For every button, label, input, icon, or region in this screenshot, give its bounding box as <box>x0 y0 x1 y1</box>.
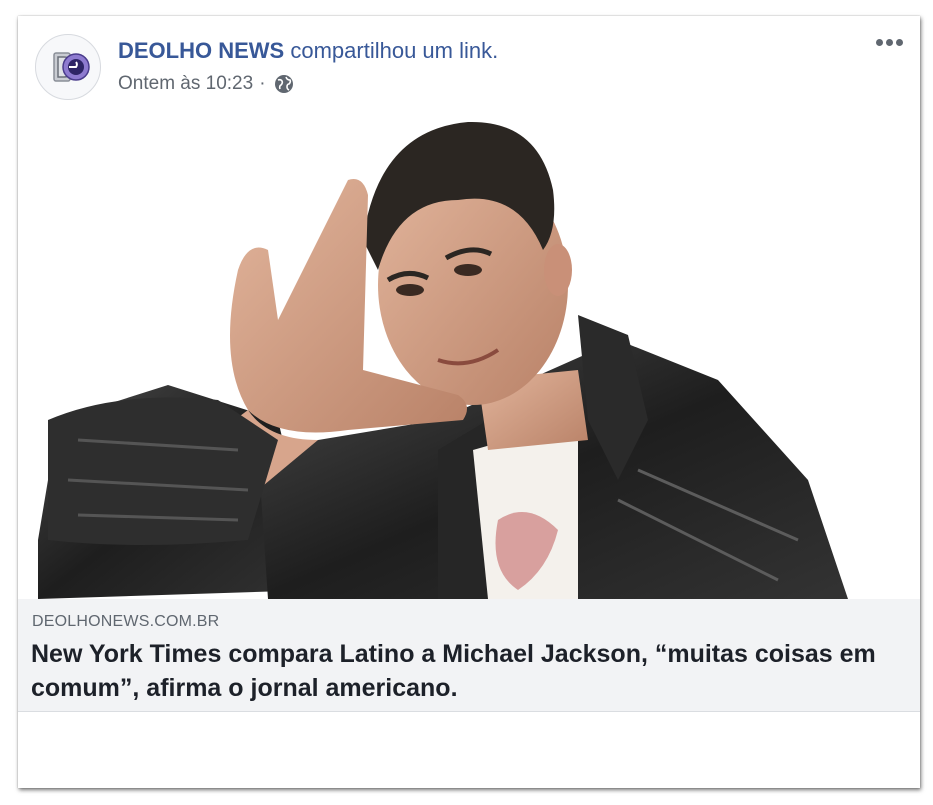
post-title-line: DEOLHO NEWS compartilhou um link. <box>118 38 498 64</box>
dot-icon <box>885 38 893 46</box>
dot-icon <box>875 38 883 46</box>
link-preview-image[interactable] <box>18 120 920 599</box>
post-card: DEOLHO NEWS compartilhou um link. Ontem … <box>18 16 920 788</box>
shared-text: compartilhou um <box>290 38 453 63</box>
link-preview-box[interactable]: DEOLHONEWS.COM.BR New York Times compara… <box>18 599 920 712</box>
shared-link[interactable]: link. <box>459 38 498 63</box>
more-options-icon[interactable] <box>871 32 907 52</box>
meta-separator: · <box>259 73 266 94</box>
link-domain: DEOLHONEWS.COM.BR <box>32 613 220 630</box>
preview-photo <box>38 121 848 599</box>
post-meta: Ontem às 10:23 · <box>118 73 294 95</box>
page-avatar[interactable] <box>35 34 101 100</box>
page-name-link[interactable]: DEOLHO NEWS <box>118 38 284 63</box>
deolho-news-logo <box>53 52 90 82</box>
dot-icon <box>895 38 903 46</box>
post-header: DEOLHO NEWS compartilhou um link. Ontem … <box>18 16 920 120</box>
globe-icon[interactable] <box>274 74 294 94</box>
link-headline[interactable]: New York Times compara Latino a Michael … <box>31 637 891 705</box>
timestamp-link[interactable]: Ontem às 10:23 <box>118 73 253 95</box>
